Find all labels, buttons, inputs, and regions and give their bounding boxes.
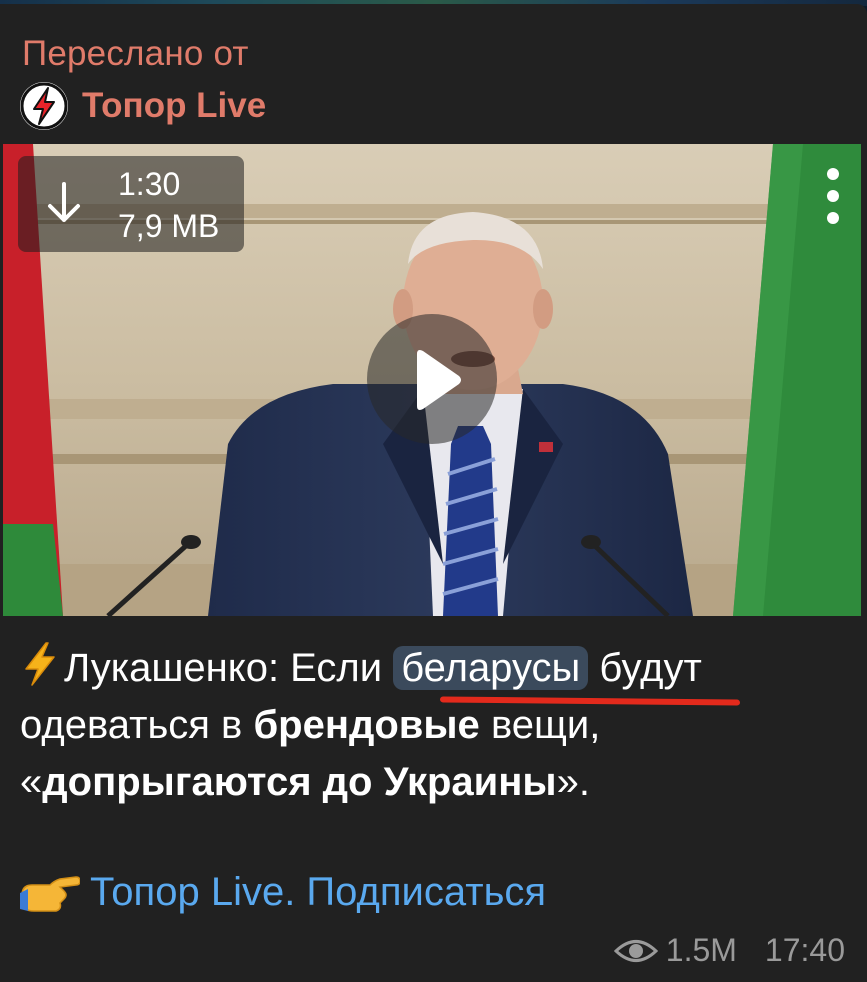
forwarded-channel[interactable]: Топор Live bbox=[20, 82, 266, 130]
lightning-logo-icon bbox=[20, 82, 68, 130]
caption-quote: « bbox=[20, 760, 43, 804]
caption-text: вещи, bbox=[490, 703, 601, 747]
views-count: 1.5M bbox=[665, 932, 737, 968]
caption-bold: допрыгаются до Украины bbox=[42, 760, 557, 804]
download-arrow-icon[interactable] bbox=[44, 180, 84, 228]
play-button[interactable] bbox=[367, 314, 497, 444]
subscribe-link-row[interactable]: Топор Live. Подписаться bbox=[20, 870, 546, 915]
message-bubble[interactable]: Переслано от Топор Live 1:30 7,9 MB Лука… bbox=[0, 4, 867, 982]
channel-avatar[interactable] bbox=[20, 82, 68, 130]
channel-name[interactable]: Топор Live bbox=[82, 86, 266, 126]
play-icon bbox=[417, 350, 461, 410]
pointing-hand-emoji-icon bbox=[20, 875, 80, 912]
lightning-emoji-icon bbox=[25, 642, 55, 686]
caption-bold: брендовые bbox=[253, 703, 480, 747]
video-size: 7,9 MB bbox=[118, 208, 220, 244]
forwarded-from-label: Переслано от bbox=[22, 34, 249, 73]
highlighted-word[interactable]: беларусы bbox=[393, 646, 589, 690]
caption-text: будут bbox=[599, 646, 702, 690]
message-time: 17:40 bbox=[764, 932, 845, 968]
video-duration: 1:30 bbox=[118, 166, 181, 202]
caption-quote: ». bbox=[556, 760, 590, 804]
caption-name: Лукашенко: Если bbox=[64, 646, 383, 690]
more-vertical-icon[interactable] bbox=[825, 168, 841, 224]
download-badge[interactable]: 1:30 7,9 MB bbox=[18, 156, 244, 252]
eye-icon bbox=[613, 939, 658, 962]
video-player[interactable]: 1:30 7,9 MB bbox=[3, 144, 861, 616]
message-meta: 1.5M 17:40 bbox=[613, 932, 845, 969]
message-text: Лукашенко: Если беларусы будут одеваться… bbox=[20, 640, 850, 811]
subscribe-link[interactable]: Топор Live. Подписаться bbox=[90, 870, 546, 915]
caption-text: одеваться в bbox=[20, 703, 243, 747]
